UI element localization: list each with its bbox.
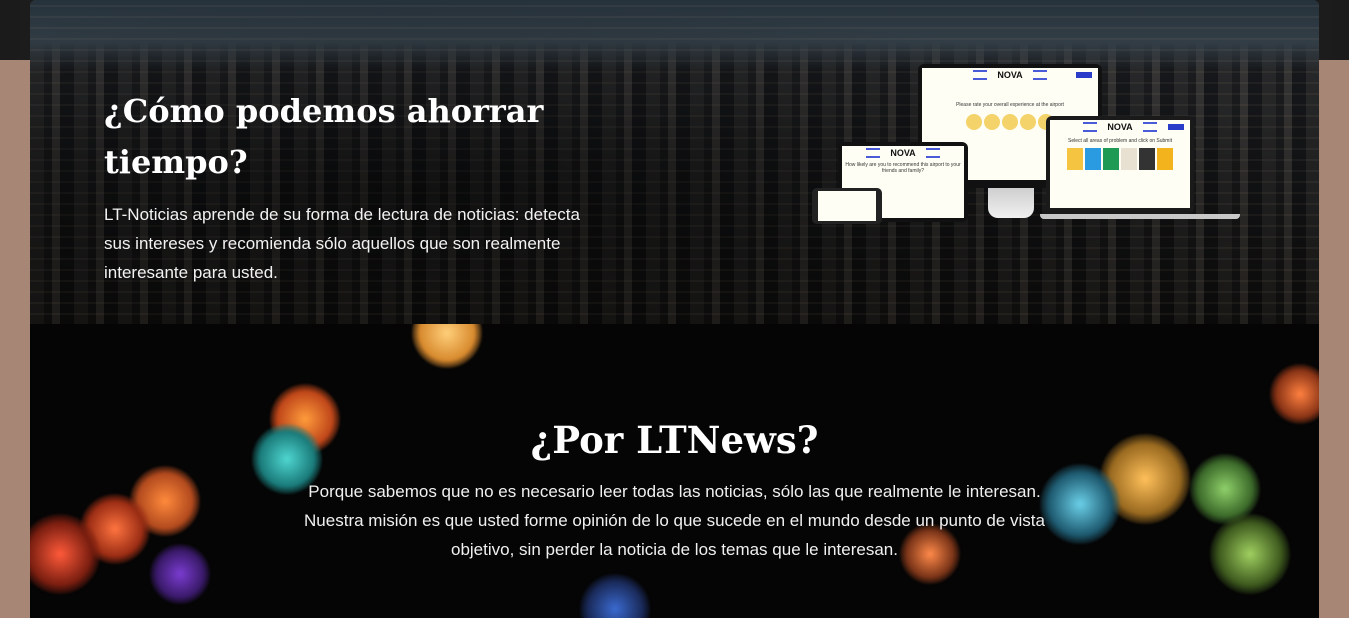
tablet-brand: NOVA [890,148,916,158]
bokeh-light [150,544,210,604]
content-card: ¿Cómo podemos ahorrar tiempo? LT-Noticia… [30,0,1319,618]
devices-mockup-image: NOVA Please rate your overall experience… [812,64,1240,234]
tablet-question: How likely are you to recommend this air… [845,162,961,174]
laptop-mockup: NOVA Select all areas of problem and cli… [1046,116,1194,214]
why-section: ¿Por LTNews? Porque sabemos que no es ne… [30,324,1319,618]
phone-mockup [812,188,882,224]
laptop-question: Select all areas of problem and click on… [1068,138,1172,144]
monitor-brand: NOVA [997,70,1023,80]
monitor-stand [988,188,1034,218]
bokeh-light [412,324,482,368]
problem-icons [1050,148,1190,175]
laptop-brand: NOVA [1107,122,1133,132]
bokeh-light [30,514,100,594]
why-title: ¿Por LTNews? [530,418,819,462]
hero-title: ¿Cómo podemos ahorrar tiempo? [104,92,544,181]
bokeh-light [1040,464,1120,544]
bokeh-light [1210,514,1290,594]
why-description: Porque sabemos que no es necesario leer … [304,482,1045,559]
bokeh-light [580,574,650,618]
hero-text-block: ¿Cómo podemos ahorrar tiempo? LT-Noticia… [104,86,584,287]
laptop-base [1040,214,1240,219]
hero-description: LT-Noticias aprende de su forma de lectu… [104,205,580,282]
monitor-question: Please rate your overall experience at t… [956,102,1064,108]
hero-section: ¿Cómo podemos ahorrar tiempo? LT-Noticia… [30,0,1319,324]
